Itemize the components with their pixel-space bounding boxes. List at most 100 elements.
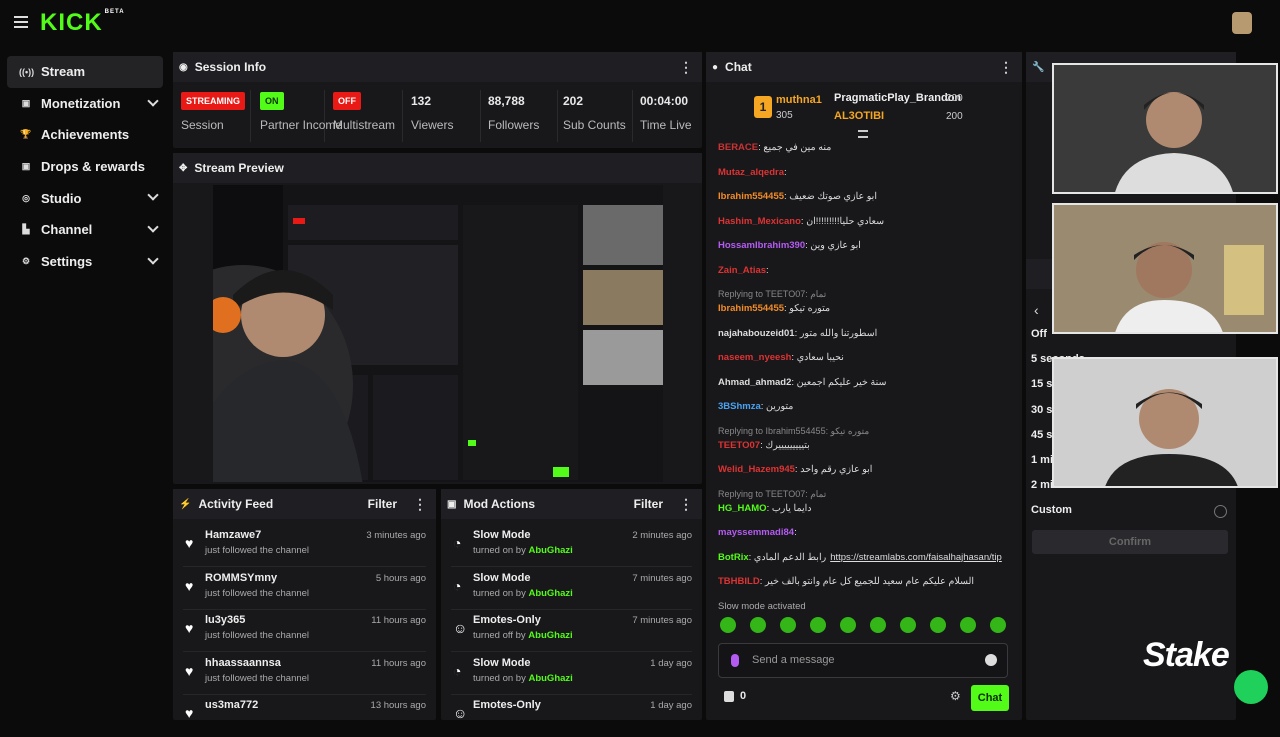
sidebar-item-achievements[interactable]: 🏆 Achievements	[7, 119, 163, 151]
stat-value-text: 00:04:00	[640, 94, 689, 108]
stream-preview-video[interactable]	[213, 185, 663, 482]
confirm-button[interactable]: Confirm	[1032, 530, 1228, 554]
user-avatar[interactable]	[1232, 12, 1252, 34]
emoji-icon[interactable]	[985, 654, 997, 666]
chat-username[interactable]: BotRix	[718, 552, 749, 563]
leader-user-3[interactable]: AL3OTIBI	[834, 110, 884, 122]
sidebar-item-stream[interactable]: ((•)) Stream	[7, 56, 163, 88]
kick-logo[interactable]: KICK BETA	[40, 9, 125, 37]
collapse-icon[interactable]	[858, 130, 868, 138]
slow-mode-option[interactable]: Off	[1031, 328, 1047, 340]
status-badge: ON	[260, 92, 284, 110]
activity-username[interactable]: ROMMSYmny	[205, 572, 277, 584]
studio-icon: ◎	[22, 192, 30, 203]
mod-action-by[interactable]: AbuGhazi	[528, 630, 572, 641]
chat-message-text: ابو عازي رقم واحد	[800, 464, 873, 475]
chat-message: 3BShmza: متورين	[718, 401, 794, 412]
chat-username[interactable]: HG_HAMO	[718, 503, 767, 514]
mod-action-name: Slow Mode	[473, 529, 531, 541]
chat-username[interactable]: najahabouzeid01	[718, 328, 795, 339]
mod-action-by[interactable]: AbuGhazi	[528, 588, 572, 599]
emote-icon[interactable]	[780, 617, 796, 633]
sidebar-item-monetization[interactable]: ▣ Monetization	[7, 88, 163, 120]
emote-icon[interactable]	[930, 617, 946, 633]
more-options-icon[interactable]: ⋮	[679, 496, 693, 513]
emote-icon[interactable]	[960, 617, 976, 633]
chat-username[interactable]: HossamIbrahim390	[718, 240, 805, 251]
chat-username[interactable]: BERACE	[718, 142, 758, 153]
activity-username[interactable]: Hamzawe7	[205, 529, 261, 541]
chat-username[interactable]: mayssemmadi84	[718, 527, 794, 538]
gauge-icon: ◉	[179, 61, 188, 73]
chat-username[interactable]: Zain_Atias	[718, 265, 766, 276]
leader-count-3: 200	[946, 111, 963, 122]
sidebar-item-channel[interactable]: ▙ Channel	[7, 214, 163, 246]
sidebar-item-settings[interactable]: ⚙ Settings	[7, 246, 163, 278]
stream-preview-panel: ✥ Stream Preview	[173, 153, 702, 484]
chat-username[interactable]: Hashim_Mexicano	[718, 216, 801, 227]
stat-value: 132	[411, 90, 480, 112]
emote-icon[interactable]	[900, 617, 916, 633]
activity-username[interactable]: lu3y365	[205, 614, 245, 626]
chevron-down-icon[interactable]	[147, 252, 159, 265]
chat-username[interactable]: Welid_Hazem945	[718, 464, 795, 475]
mod-action-name: Emotes-Only	[473, 614, 541, 626]
sidebar-item-studio[interactable]: ◎ Studio	[7, 182, 163, 214]
sidebar-item-drops-rewards[interactable]: ▣ Drops & rewards	[7, 151, 163, 183]
chevron-down-icon[interactable]	[147, 189, 159, 202]
mod-action-row: ◔ Slow Mode turned on by AbuGhazi 2 minutes…	[441, 525, 702, 567]
chevron-down-icon[interactable]	[147, 94, 159, 107]
chat-input[interactable]: Send a message	[718, 643, 1008, 678]
activity-username[interactable]: hhaassaannsa	[205, 657, 281, 669]
points-count: 0	[740, 690, 747, 702]
top-bar	[0, 0, 1280, 48]
support-chat-icon[interactable]	[1234, 670, 1268, 704]
stream-preview-title: Stream Preview	[194, 161, 284, 175]
leader-user-2[interactable]: PragmaticPlay_Brandon	[834, 92, 961, 104]
chevron-down-icon[interactable]	[147, 221, 159, 233]
chat-username[interactable]: Ibrahim554455	[718, 191, 784, 202]
chat-username[interactable]: TBHBILD	[718, 576, 760, 587]
menu-icon[interactable]	[14, 16, 28, 28]
heart-icon: ♥	[185, 620, 194, 636]
emote-icon[interactable]	[990, 617, 1006, 633]
mod-action-by[interactable]: AbuGhazi	[528, 545, 572, 556]
chat-message: Mutaz_alqedra:	[718, 166, 787, 178]
heart-icon: ♥	[185, 705, 194, 721]
more-options-icon[interactable]: ⋮	[413, 496, 427, 513]
more-options-icon[interactable]: ⋮	[679, 59, 693, 76]
chat-message: TBHBILD: السلام عليكم عام سعيد للجميع كل…	[718, 576, 975, 587]
leader-user-1[interactable]: muthna1	[776, 94, 822, 106]
chat-username[interactable]: TEETO07	[718, 440, 760, 451]
activity-filter-button[interactable]: Filter	[368, 497, 397, 511]
mod-filter-button[interactable]: Filter	[634, 497, 663, 511]
emote-icon[interactable]	[870, 617, 886, 633]
mod-action-name: Slow Mode	[473, 656, 531, 669]
send-chat-button[interactable]: Chat	[971, 685, 1009, 711]
mod-actions-panel: ▣ Mod Actions Filter ⋮ ◔ Slow Mode turned on …	[441, 489, 702, 721]
gift-icon: ▣	[21, 161, 31, 172]
chat-message: HG_HAMO: دايما يارب	[718, 502, 812, 514]
chat-message-text: نحيبا سعادي	[796, 352, 844, 363]
chat-username[interactable]: naseem_nyeesh	[718, 352, 791, 363]
chat-username[interactable]: Ahmad_ahmad2	[718, 377, 791, 388]
chat-message: BERACE: منه مين في جميع	[718, 142, 832, 153]
back-icon[interactable]: ‹	[1034, 302, 1039, 318]
activity-username[interactable]: us3ma772	[205, 699, 258, 711]
settings-icon[interactable]: ⚙	[950, 689, 961, 703]
chat-username[interactable]: 3BShmza	[718, 401, 761, 412]
mod-action-by[interactable]: AbuGhazi	[528, 673, 572, 684]
emote-icon[interactable]	[720, 617, 736, 633]
emote-icon[interactable]	[810, 617, 826, 633]
custom-radio[interactable]	[1214, 505, 1227, 518]
emote-icon[interactable]	[750, 617, 766, 633]
mic-icon[interactable]	[731, 654, 739, 667]
gift-icon[interactable]	[724, 691, 734, 702]
chat-username[interactable]: Ibrahim554455	[718, 303, 784, 314]
slow-mode-option[interactable]: Custom	[1031, 504, 1072, 516]
more-options-icon[interactable]: ⋮	[999, 59, 1013, 76]
chat-link[interactable]: https://streamlabs.com/faisalhajhasan/ti…	[830, 552, 1002, 563]
mod-action-detail: turned on by AbuGhazi	[473, 588, 573, 599]
emote-icon[interactable]	[840, 617, 856, 633]
chat-username[interactable]: Mutaz_alqedra	[718, 167, 784, 178]
